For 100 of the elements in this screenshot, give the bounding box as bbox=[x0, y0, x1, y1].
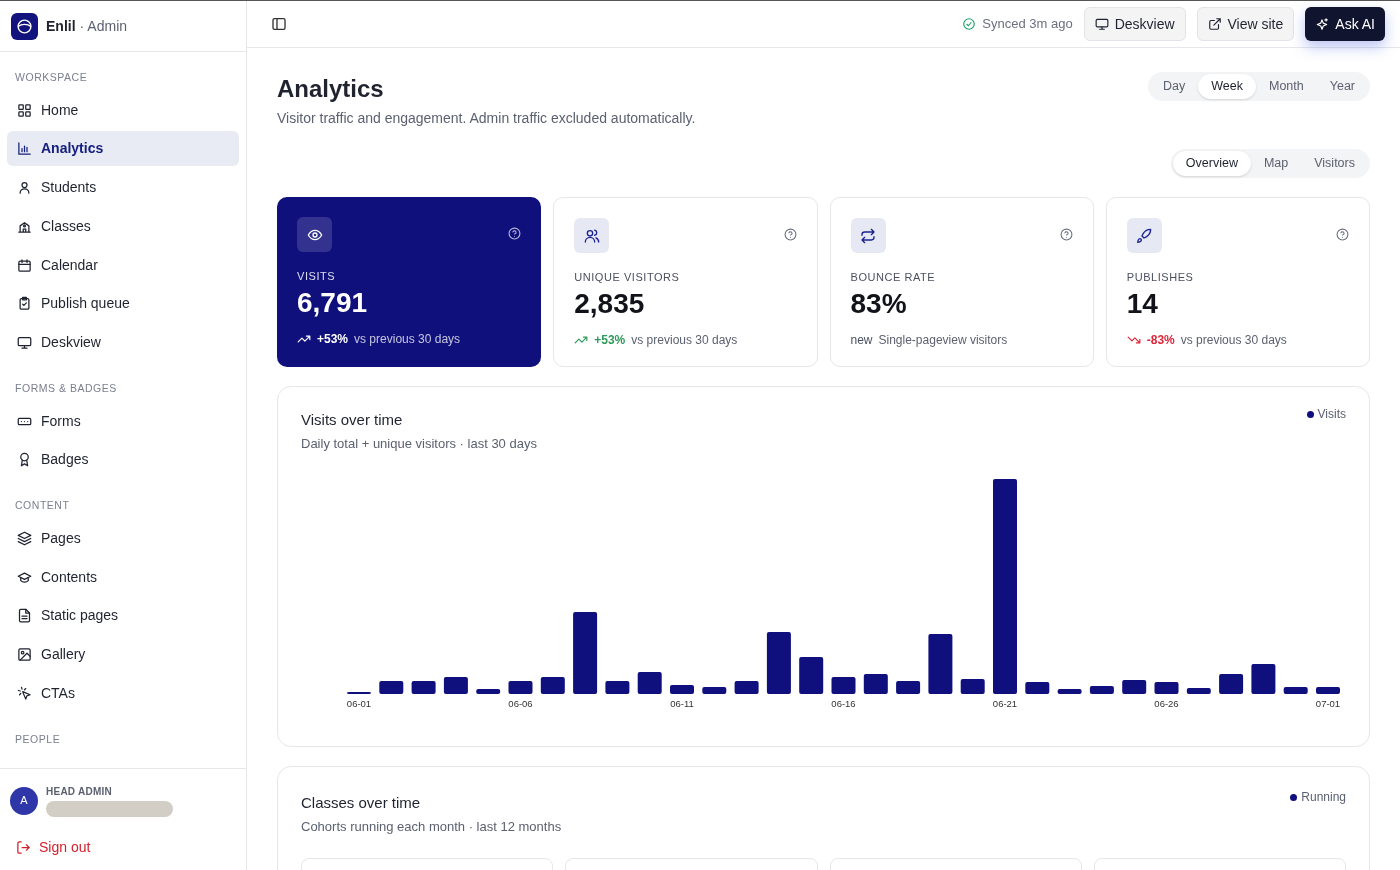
bar bbox=[734, 681, 759, 694]
tab[interactable]: Overview bbox=[1172, 151, 1251, 176]
axis-label: 06-06 bbox=[508, 697, 533, 711]
tab[interactable]: Day bbox=[1150, 74, 1199, 99]
brand-name: Enlil bbox=[46, 16, 76, 36]
help-icon[interactable] bbox=[1059, 228, 1073, 241]
stat-card[interactable]: BOUNCE RATE 83% new Single-pageview visitors bbox=[829, 197, 1094, 367]
stat-change: +53% bbox=[317, 330, 349, 348]
brand-suffix: · Admin bbox=[79, 16, 128, 36]
sidebar-item[interactable]: Home bbox=[7, 92, 239, 128]
help-icon[interactable] bbox=[783, 228, 797, 241]
pointer-icon bbox=[17, 685, 32, 701]
bar bbox=[1154, 682, 1179, 694]
chart-title: Classes over time bbox=[301, 793, 422, 813]
axis-label: 06-01 bbox=[346, 697, 372, 711]
page-subtitle: Visitor traffic and engagement. Admin traffic excluded automatically. bbox=[277, 109, 696, 128]
ask-ai-button[interactable]: Ask AI bbox=[1305, 7, 1385, 41]
sync-status: Synced 3m ago bbox=[982, 15, 1073, 34]
graduation-cap-icon bbox=[17, 569, 32, 585]
user-avatar: A bbox=[10, 786, 38, 815]
bar bbox=[411, 681, 436, 694]
stat-note: vs previous 30 days bbox=[1180, 331, 1287, 349]
chart-title: Visits over time bbox=[301, 410, 404, 430]
clipboard-icon bbox=[17, 296, 32, 312]
calendar-icon bbox=[17, 257, 32, 273]
bar bbox=[1057, 689, 1082, 694]
stat-note: Single-pageview visitors bbox=[878, 331, 1008, 349]
bar bbox=[1316, 687, 1340, 694]
tab[interactable]: Week bbox=[1198, 74, 1256, 99]
sidebar-item[interactable]: Contents bbox=[7, 559, 239, 595]
bar bbox=[1186, 688, 1211, 694]
bar bbox=[443, 677, 468, 694]
bar bbox=[1025, 682, 1050, 694]
bar bbox=[766, 632, 791, 694]
bar bbox=[831, 677, 856, 694]
sign-out-button[interactable]: Sign out bbox=[10, 837, 97, 858]
tab[interactable]: Visitors bbox=[1301, 151, 1368, 176]
grid-icon bbox=[17, 102, 32, 118]
bar bbox=[799, 657, 824, 694]
stat-value: 14 bbox=[1126, 286, 1159, 321]
sidebar-item[interactable]: CTAs bbox=[7, 675, 239, 711]
user-role: HEAD ADMIN bbox=[46, 785, 113, 799]
sidebar-item[interactable]: Static pages bbox=[7, 598, 239, 634]
bar bbox=[702, 687, 727, 694]
sidebar-item[interactable]: Deskview bbox=[7, 324, 239, 360]
legend-label: Visits bbox=[1317, 406, 1346, 423]
document-icon bbox=[17, 608, 32, 624]
monitor-icon bbox=[17, 334, 32, 350]
axis-label: 06-16 bbox=[831, 697, 856, 711]
chart-subtitle: Daily total + unique visitors · last 30 days bbox=[301, 434, 537, 453]
section-heading: WORKSPACE bbox=[14, 70, 89, 85]
sidebar-item[interactable]: Calendar bbox=[7, 247, 239, 283]
page-title: Analytics bbox=[277, 74, 385, 104]
user-icon bbox=[17, 180, 32, 196]
award-icon bbox=[17, 452, 32, 468]
bar bbox=[508, 681, 533, 694]
stat-card[interactable]: VISITS 6,791 +53% vs previous 30 days bbox=[277, 197, 542, 367]
bar-chart-icon bbox=[17, 141, 32, 157]
sidebar-item[interactable]: Students bbox=[7, 170, 239, 206]
help-icon[interactable] bbox=[1336, 228, 1349, 241]
sidebar-toggle-icon[interactable] bbox=[271, 16, 287, 32]
stat-label: BOUNCE RATE bbox=[850, 270, 937, 285]
tab[interactable]: Map bbox=[1250, 151, 1302, 176]
stat-label: VISITS bbox=[297, 269, 337, 284]
bar bbox=[605, 681, 630, 694]
sidebar-item[interactable]: Forms bbox=[7, 403, 239, 439]
sign-out-icon bbox=[16, 840, 31, 855]
logo-icon bbox=[11, 12, 38, 40]
axis-label: 06-21 bbox=[992, 697, 1018, 711]
bar bbox=[1122, 680, 1147, 694]
bar bbox=[863, 674, 888, 694]
stat-card[interactable]: PUBLISHES 14 -83% vs previous 30 days bbox=[1105, 197, 1370, 367]
external-link-icon bbox=[1207, 17, 1222, 31]
tab[interactable]: Year bbox=[1316, 74, 1368, 99]
sidebar-item[interactable]: Analytics bbox=[7, 131, 239, 167]
sidebar-item[interactable]: Pages bbox=[7, 521, 239, 557]
deskview-button[interactable]: Deskview bbox=[1083, 7, 1186, 41]
sidebar-item[interactable]: Badges bbox=[7, 442, 239, 478]
tab[interactable]: Month bbox=[1256, 74, 1317, 99]
bar bbox=[928, 634, 953, 694]
view-site-button[interactable]: View site bbox=[1196, 7, 1295, 41]
sidebar-item[interactable]: Classes bbox=[7, 208, 239, 244]
sidebar-item[interactable]: Gallery bbox=[7, 637, 239, 673]
stat-value: 6,791 bbox=[297, 285, 369, 320]
rocket-icon bbox=[1136, 227, 1153, 244]
users-icon bbox=[583, 227, 600, 244]
section-heading: PEOPLE bbox=[14, 731, 62, 747]
section-heading: FORMS & BADGES bbox=[14, 380, 118, 396]
stat-label: PUBLISHES bbox=[1126, 270, 1195, 285]
stat-value: 83% bbox=[850, 286, 908, 321]
bar bbox=[1089, 686, 1114, 694]
sidebar-item[interactable]: Publish queue bbox=[7, 286, 239, 322]
section-heading: CONTENT bbox=[14, 498, 71, 514]
bar bbox=[670, 685, 694, 694]
stat-card[interactable]: UNIQUE VISITORS 2,835 +53% vs previous 30 days bbox=[553, 197, 818, 367]
axis-label: 06-11 bbox=[670, 697, 694, 711]
axis-label: 06-26 bbox=[1154, 697, 1179, 711]
bar bbox=[1219, 674, 1244, 694]
bar bbox=[637, 672, 662, 694]
image-icon bbox=[17, 647, 32, 663]
